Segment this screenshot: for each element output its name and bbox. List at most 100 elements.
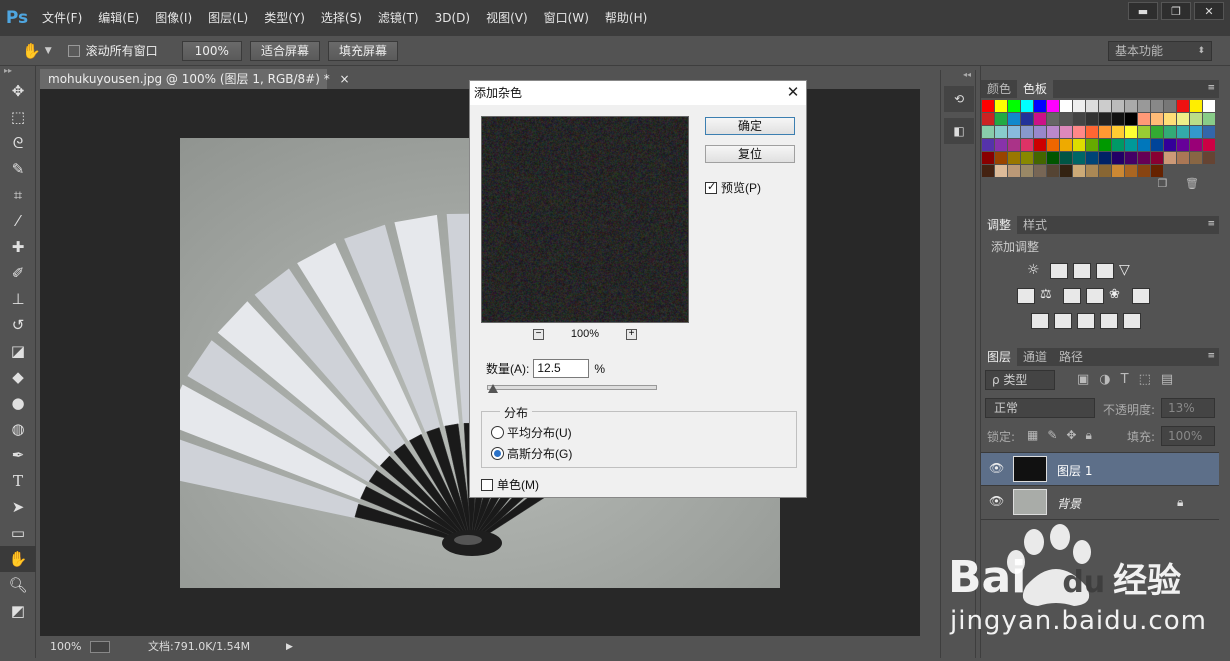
color-swatch[interactable] (1060, 100, 1072, 112)
posterize-icon[interactable] (1054, 313, 1072, 329)
menu-item[interactable]: 窗口(W) (536, 0, 597, 36)
brightness-icon[interactable]: ☼ (1027, 263, 1045, 279)
color-swatch[interactable] (1047, 113, 1059, 125)
color-swatch[interactable] (1125, 139, 1137, 151)
color-swatch[interactable] (1177, 139, 1189, 151)
tab-layers[interactable]: 图层 (981, 348, 1018, 366)
monochrome-checkbox[interactable] (481, 478, 493, 491)
color-swatch[interactable] (1138, 113, 1150, 125)
color-swatch[interactable] (1125, 152, 1137, 164)
eye-icon[interactable]: 👁︎ (989, 494, 1004, 508)
layer-row-layer-1[interactable]: 👁︎ 图层 1 (981, 452, 1219, 486)
color-swatch[interactable] (1190, 113, 1202, 125)
3d-panel-icon[interactable]: ◧ (944, 118, 974, 144)
lock-position-icon[interactable]: ✥ (1066, 428, 1076, 443)
menu-item[interactable]: 类型(Y) (256, 0, 313, 36)
color-swatch[interactable] (1034, 113, 1046, 125)
zoom-100-button[interactable]: 100% (181, 40, 242, 61)
color-swatch[interactable] (1060, 165, 1072, 177)
opacity-input[interactable]: 13% (1161, 398, 1215, 418)
color-swatch[interactable] (1112, 139, 1124, 151)
color-swatch[interactable] (1190, 100, 1202, 112)
amount-slider-track[interactable] (487, 385, 657, 390)
layer-name[interactable]: 背景 (1057, 495, 1081, 512)
color-swatch[interactable] (1073, 139, 1085, 151)
color-swatch[interactable] (1151, 139, 1163, 151)
photo-filter-icon[interactable] (1086, 288, 1104, 304)
path-select-tool-icon[interactable]: ➤ (0, 494, 36, 520)
color-swatch[interactable] (1047, 165, 1059, 177)
close-button[interactable]: ✕ (1194, 2, 1224, 20)
tab-paths[interactable]: 路径 (1053, 348, 1089, 366)
panel-menu-icon[interactable]: ≡ (1207, 83, 1215, 93)
color-swatch[interactable] (1073, 126, 1085, 138)
color-swatch[interactable] (1203, 113, 1215, 125)
status-arrow-icon[interactable]: ▶ (286, 636, 293, 658)
color-lookup-icon[interactable] (1132, 288, 1150, 304)
color-swatch[interactable] (1164, 113, 1176, 125)
restore-button[interactable]: ❐ (1161, 2, 1191, 20)
color-swatch[interactable] (1073, 113, 1085, 125)
zoom-level[interactable]: 100% (50, 636, 81, 658)
color-swatch[interactable] (1125, 165, 1137, 177)
color-swatch[interactable] (1138, 126, 1150, 138)
tab-styles[interactable]: 样式 (1017, 216, 1053, 234)
color-swatch[interactable] (1073, 100, 1085, 112)
fit-screen-button[interactable]: 适合屏幕 (249, 40, 320, 61)
color-swatch[interactable] (1177, 152, 1189, 164)
tab-channels[interactable]: 通道 (1017, 348, 1053, 366)
dialog-titlebar[interactable]: 添加杂色 ✕ (470, 81, 806, 105)
lasso-tool-icon[interactable]: ᘓ (0, 130, 36, 156)
uniform-radio[interactable] (491, 426, 504, 439)
color-swatch[interactable] (1112, 165, 1124, 177)
color-swatch[interactable] (1047, 100, 1059, 112)
color-swatch[interactable] (1138, 165, 1150, 177)
blur-tool-icon[interactable]: ● (0, 390, 36, 416)
color-swatch[interactable] (1021, 100, 1033, 112)
type-tool-icon[interactable]: T (0, 468, 36, 494)
zoom-out-button[interactable]: − (533, 328, 544, 340)
levels-icon[interactable] (1050, 263, 1068, 279)
paint-bucket-tool-icon[interactable]: ◆ (0, 364, 36, 390)
color-swatch[interactable] (1086, 165, 1098, 177)
color-swatch[interactable] (1125, 126, 1137, 138)
tab-close-icon[interactable]: × (340, 72, 350, 86)
color-swatch[interactable] (1008, 126, 1020, 138)
color-swatch[interactable] (1177, 100, 1189, 112)
color-swatch[interactable] (1086, 139, 1098, 151)
move-tool-icon[interactable]: ✥ (0, 78, 36, 104)
shape-filter-icon[interactable]: ⬚ (1139, 372, 1151, 387)
hand-tool-icon[interactable]: ✋ (22, 42, 41, 60)
color-swatch[interactable] (982, 139, 994, 151)
color-swatch[interactable] (1047, 152, 1059, 164)
history-panel-icon[interactable]: ⟲ (944, 86, 974, 112)
lock-transparency-icon[interactable]: ▦ (1027, 428, 1038, 443)
new-swatch-icon[interactable]: ❐ (1158, 177, 1168, 190)
color-swatch[interactable] (1151, 152, 1163, 164)
color-swatch[interactable] (1151, 165, 1163, 177)
color-swatch[interactable] (1021, 152, 1033, 164)
color-swatch[interactable] (1190, 152, 1202, 164)
brush-tool-icon[interactable]: ✐ (0, 260, 36, 286)
menu-item[interactable]: 图层(L) (200, 0, 256, 36)
lock-all-icon[interactable]: 🔒︎ (1085, 428, 1091, 443)
color-swatch[interactable] (1060, 152, 1072, 164)
color-swatch[interactable] (982, 152, 994, 164)
color-swatch[interactable] (1034, 152, 1046, 164)
color-swatch[interactable] (1125, 113, 1137, 125)
gradient-map-icon[interactable] (1123, 313, 1141, 329)
zoom-in-button[interactable]: + (625, 328, 637, 340)
color-swatch[interactable] (995, 165, 1007, 177)
lock-pixels-icon[interactable]: ✎ (1047, 428, 1057, 443)
color-swatch[interactable] (1112, 100, 1124, 112)
color-swatch[interactable] (1021, 126, 1033, 138)
color-swatch[interactable] (1099, 100, 1111, 112)
color-swatch[interactable] (1073, 165, 1085, 177)
stamp-tool-icon[interactable]: ⊥ (0, 286, 36, 312)
fill-input[interactable]: 100% (1161, 426, 1215, 446)
gaussian-option[interactable]: 高斯分布(G) (491, 445, 572, 462)
color-swatch[interactable] (1034, 100, 1046, 112)
color-swatch[interactable] (1112, 126, 1124, 138)
invert-icon[interactable] (1031, 313, 1049, 329)
color-swatch[interactable] (1099, 152, 1111, 164)
